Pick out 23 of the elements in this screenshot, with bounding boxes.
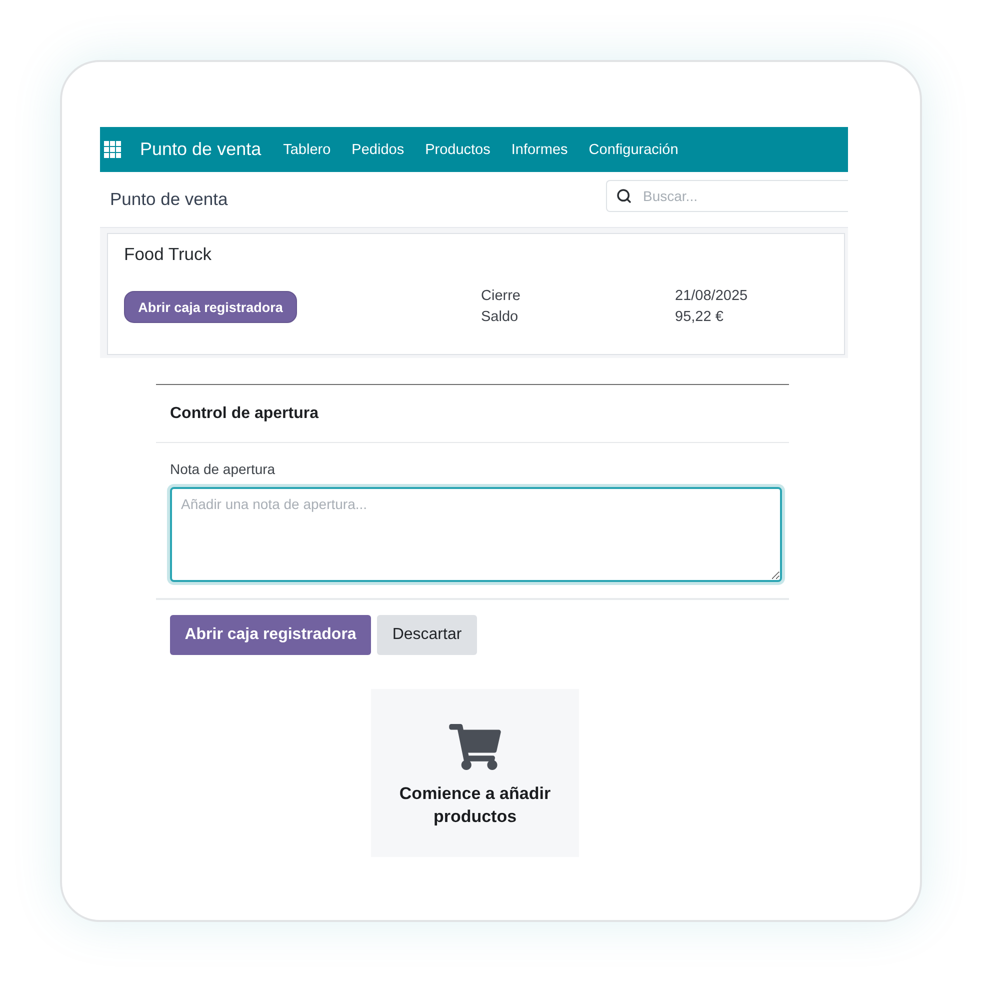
dialog-title: Control de apertura (170, 404, 318, 422)
menu-item[interactable]: Configuración (588, 142, 678, 158)
search-field[interactable]: Buscar... (606, 180, 848, 212)
discard-button[interactable]: Descartar (377, 615, 477, 655)
detail-label: Saldo (481, 309, 518, 326)
app-title[interactable]: Punto de venta (140, 139, 262, 160)
search-icon (616, 188, 632, 204)
pos-name: Food Truck (124, 244, 212, 265)
open-register-button[interactable]: Abrir caja registradora (170, 615, 371, 655)
page-title: Punto de venta (110, 189, 228, 210)
field-label: Nota de apertura (170, 461, 276, 477)
menu-item[interactable]: Informes (511, 142, 568, 158)
menu-item[interactable]: Pedidos (352, 142, 404, 158)
detail-label: Cierre (481, 288, 520, 305)
open-register-button[interactable]: Abrir caja registradora (124, 291, 297, 323)
detail-value: 95,22 € (675, 309, 724, 326)
menu-item[interactable]: Productos (425, 142, 490, 158)
empty-state-message: Comience a añadir productos (398, 783, 552, 828)
note-field[interactable]: Añadir una nota de apertura... (170, 487, 782, 582)
menu-item[interactable]: Tablero (283, 142, 331, 158)
apps-grid-icon[interactable] (104, 141, 121, 158)
cart-icon (449, 724, 501, 770)
detail-value: 21/08/2025 (675, 288, 748, 305)
